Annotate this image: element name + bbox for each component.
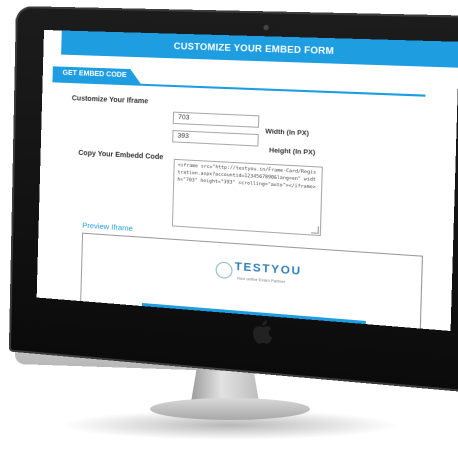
section-tab: GET EMBED CODE <box>52 66 426 97</box>
embed-code-textarea[interactable]: <iframe src="http://testyou.in/Frame-Car… <box>171 158 323 237</box>
screen: CUSTOMIZE YOUR EMBED FORM GET EMBED CODE… <box>36 30 458 331</box>
height-input[interactable]: 393 <box>172 130 259 147</box>
brand-logo-icon <box>215 261 233 280</box>
tab-get-embed-code[interactable]: GET EMBED CODE <box>52 66 141 83</box>
page-title: CUSTOMIZE YOUR EMBED FORM <box>173 40 335 57</box>
preview-iframe-label: Preview Iframe <box>82 220 133 234</box>
brand-tagline: Your online Exam Partner <box>236 275 286 285</box>
iframe-settings-label: Customize Your Iframe <box>71 95 149 106</box>
resize-grip-icon[interactable] <box>311 226 319 234</box>
apple-logo-icon <box>253 320 273 344</box>
embed-code-text: <iframe src="http://testyou.in/Frame-Car… <box>177 163 317 191</box>
camera-icon <box>263 24 269 31</box>
height-unit-label: Height (In PX) <box>268 147 316 157</box>
monitor-stand-foot <box>150 398 310 420</box>
width-input[interactable]: 703 <box>172 111 260 128</box>
embed-code-label: Copy Your Embedd Code <box>78 149 164 162</box>
width-unit-label: Width (In PX) <box>265 128 310 138</box>
